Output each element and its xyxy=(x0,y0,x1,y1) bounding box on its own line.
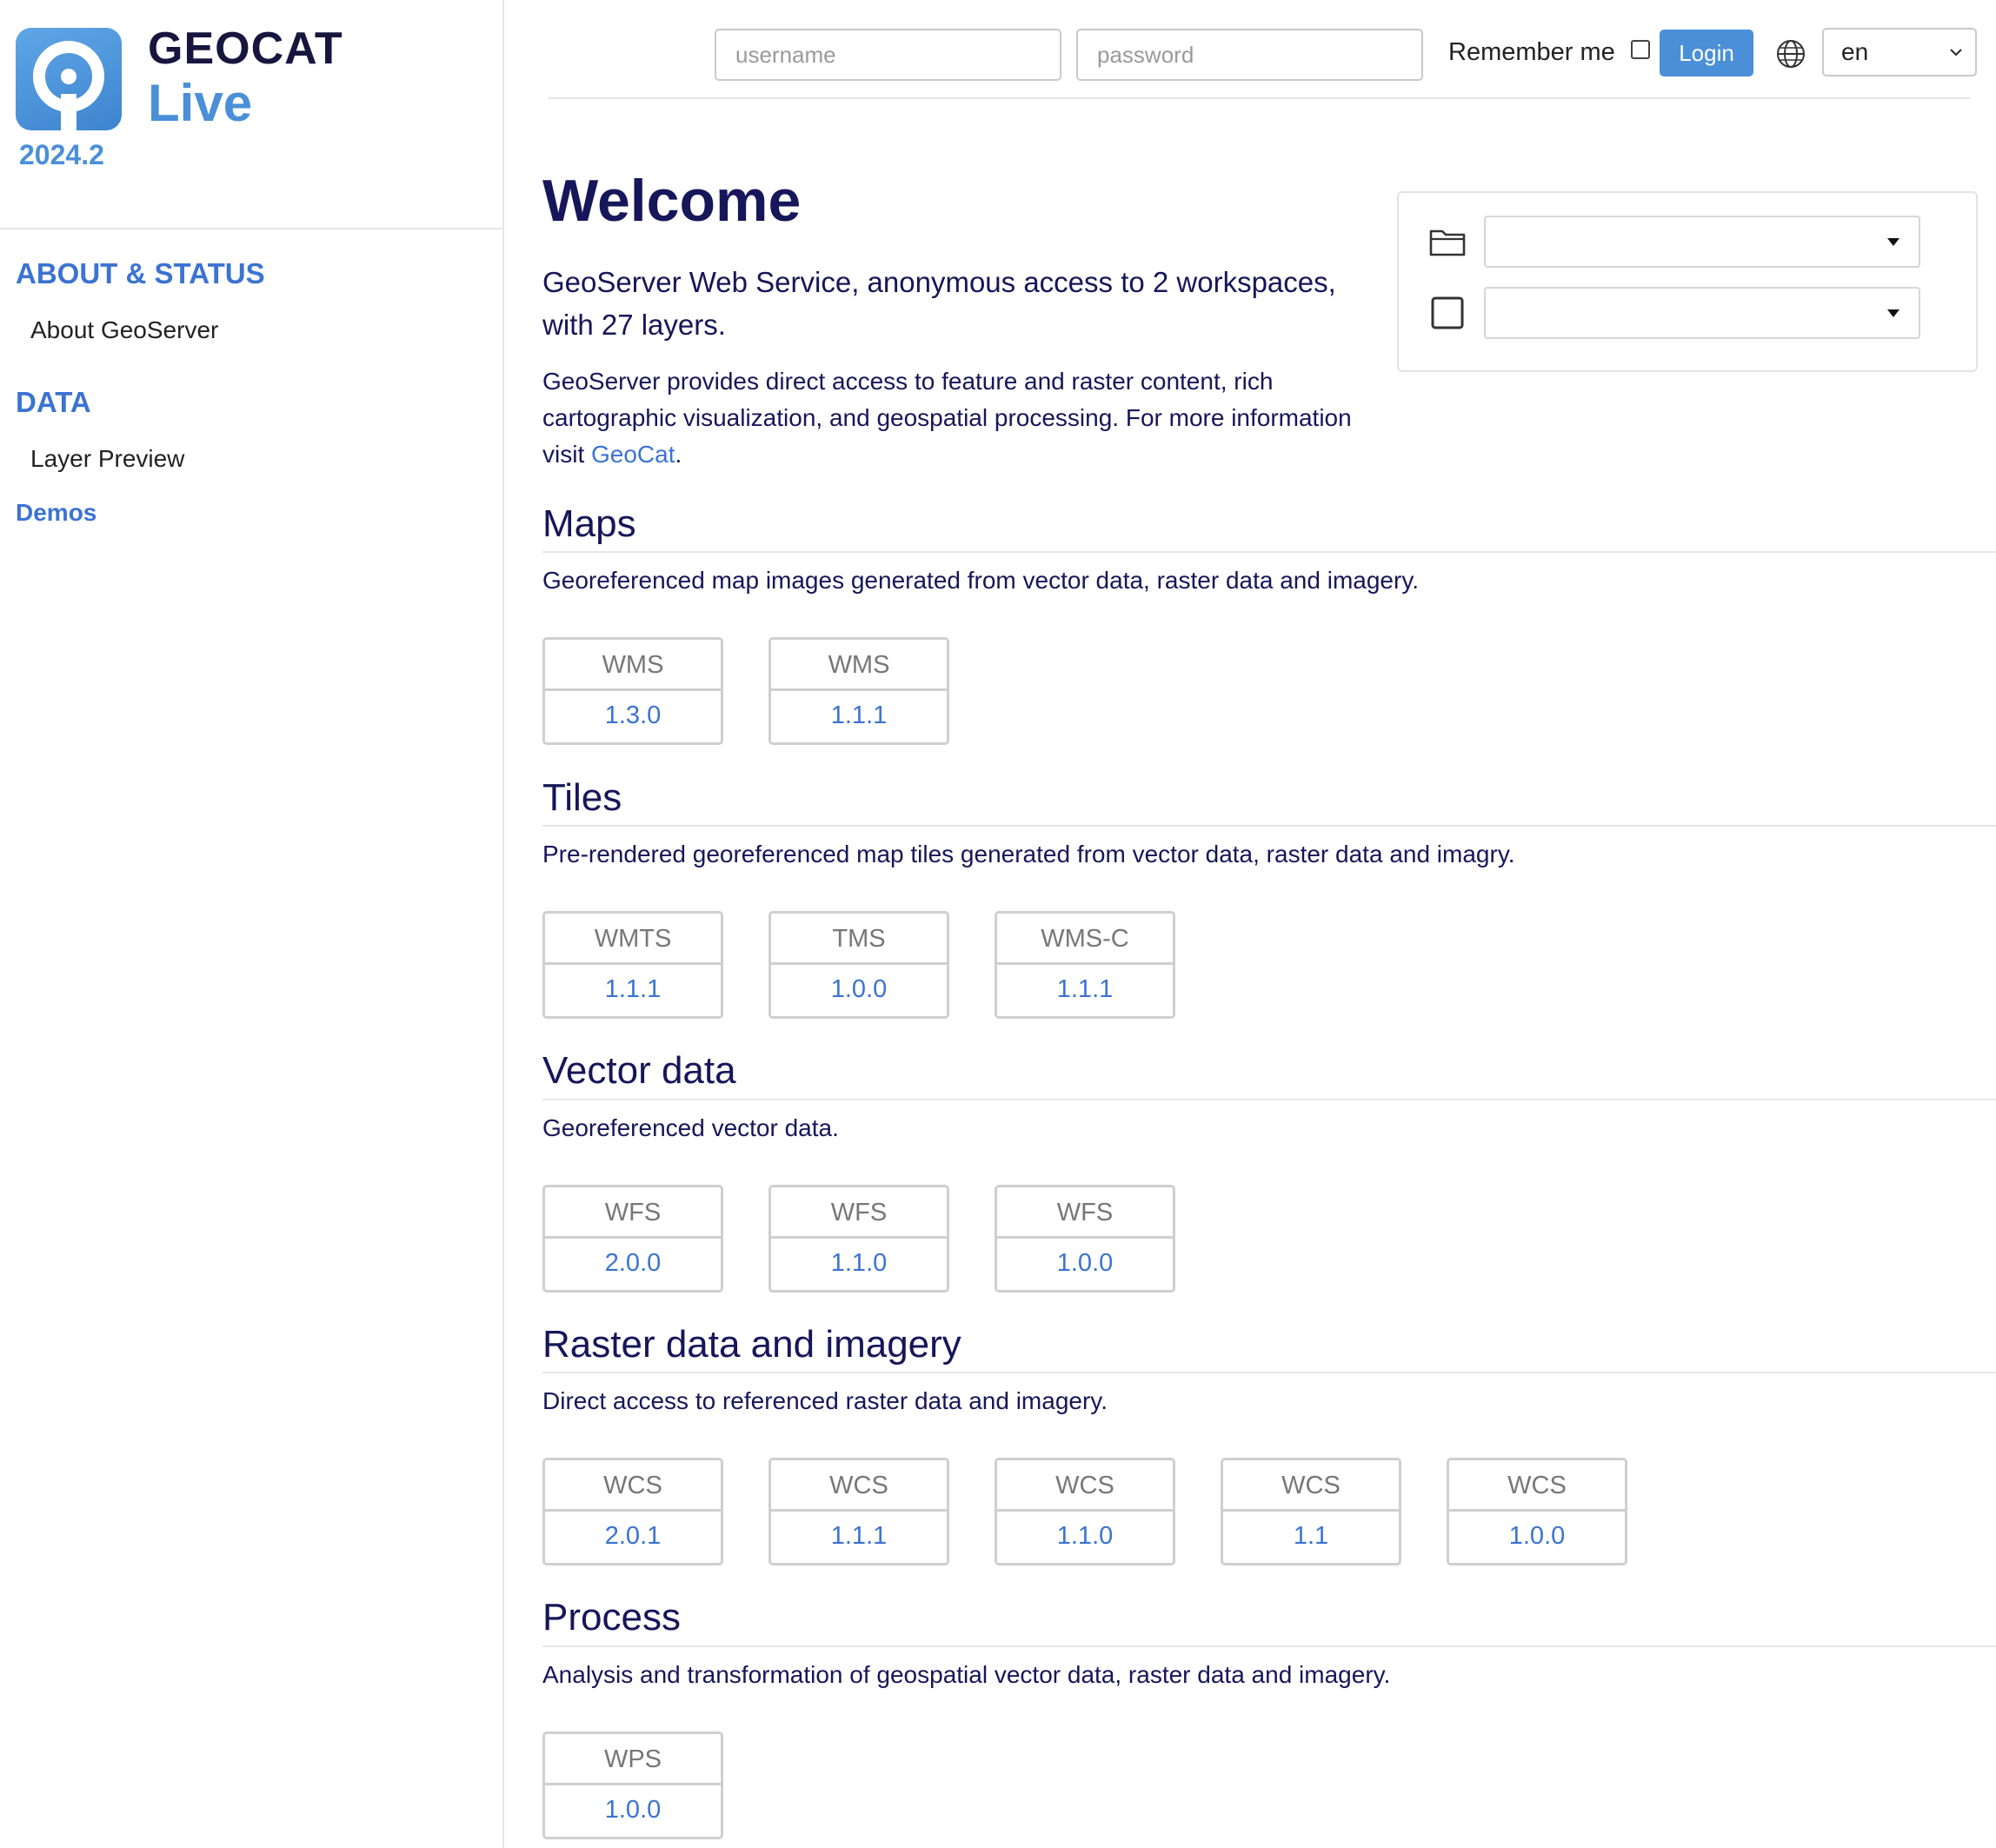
service-name: WFS xyxy=(545,1187,721,1239)
service-version-link[interactable]: 1.0.0 xyxy=(1449,1512,1625,1560)
brand-version: 2024.2 xyxy=(19,139,104,170)
service-wcs-1-1-1[interactable]: WCS 1.1.1 xyxy=(768,1458,949,1565)
section-divider xyxy=(542,1645,1996,1647)
service-wcs-2-0-1[interactable]: WCS 2.0.1 xyxy=(542,1458,723,1565)
service-version-link[interactable]: 2.0.0 xyxy=(545,1239,721,1287)
caret-down-icon xyxy=(1887,309,1900,317)
section-divider xyxy=(542,551,1996,553)
remember-me-label: Remember me xyxy=(1448,38,1615,66)
username-input[interactable]: username xyxy=(715,29,1061,81)
login-button[interactable]: Login xyxy=(1660,30,1753,76)
service-version-link[interactable]: 1.1.1 xyxy=(545,965,721,1014)
nav-heading-about-status: ABOUT & STATUS xyxy=(16,257,265,289)
service-version-link[interactable]: 1.1.0 xyxy=(771,1239,947,1287)
service-wps-1-0-0[interactable]: WPS 1.0.0 xyxy=(542,1732,723,1839)
service-wms-c-1-1-1[interactable]: WMS-C 1.1.1 xyxy=(995,911,1175,1019)
nav-heading-data: DATA xyxy=(16,386,91,418)
service-name: TMS xyxy=(771,914,947,965)
section-divider xyxy=(542,1099,1996,1100)
folder-icon xyxy=(1429,229,1466,256)
service-name: WPS xyxy=(545,1734,721,1785)
welcome-description: GeoServer provides direct access to feat… xyxy=(542,363,1377,473)
section-title-maps: Maps xyxy=(542,502,636,545)
section-title-process: Process xyxy=(542,1596,681,1639)
service-name: WCS xyxy=(1449,1460,1625,1512)
sidebar-divider xyxy=(0,228,502,229)
geocat-logo-icon[interactable] xyxy=(16,28,122,130)
section-title-vector-data: Vector data xyxy=(542,1049,736,1092)
service-wcs-1-0-0[interactable]: WCS 1.0.0 xyxy=(1447,1458,1627,1565)
section-title-tiles: Tiles xyxy=(542,776,622,819)
language-value: en xyxy=(1841,38,1869,65)
service-name: WCS xyxy=(771,1460,947,1512)
section-divider xyxy=(542,825,1996,827)
service-name: WCS xyxy=(545,1460,721,1512)
service-version-link[interactable]: 2.0.1 xyxy=(545,1512,721,1560)
service-tms-1-0-0[interactable]: TMS 1.0.0 xyxy=(768,911,949,1019)
section-description-process: Analysis and transformation of geospatia… xyxy=(542,1661,1391,1688)
service-version-link[interactable]: 1.0.0 xyxy=(545,1785,721,1834)
workspace-select[interactable] xyxy=(1484,216,1920,268)
service-version-link[interactable]: 1.3.0 xyxy=(545,691,721,740)
sidebar-item-layer-preview[interactable]: Layer Preview xyxy=(30,445,184,473)
section-description-tiles: Pre-rendered georeferenced map tiles gen… xyxy=(542,841,1515,867)
service-wms-1-3-0[interactable]: WMS 1.3.0 xyxy=(542,637,723,745)
sidebar-item-demos[interactable]: Demos xyxy=(16,499,96,527)
service-wms-1-1-1[interactable]: WMS 1.1.1 xyxy=(768,637,949,745)
service-version-link[interactable]: 1.1.1 xyxy=(771,1512,947,1560)
service-version-link[interactable]: 1.1.0 xyxy=(997,1512,1173,1560)
welcome-description-end: . xyxy=(675,441,682,468)
service-version-link[interactable]: 1.1.1 xyxy=(997,965,1173,1014)
service-name: WCS xyxy=(997,1460,1173,1512)
service-name: WCS xyxy=(1223,1460,1399,1512)
service-version-link[interactable]: 1.1.1 xyxy=(771,691,947,740)
service-name: WMS-C xyxy=(997,914,1173,965)
service-version-link[interactable]: 1.1 xyxy=(1223,1512,1399,1560)
sidebar: GEOCAT Live 2024.2 ABOUT & STATUS About … xyxy=(0,0,504,1848)
language-select[interactable]: en xyxy=(1822,28,1977,76)
square-layer-icon xyxy=(1431,296,1464,329)
service-wfs-1-1-0[interactable]: WFS 1.1.0 xyxy=(768,1185,949,1293)
caret-down-icon xyxy=(1887,238,1900,246)
sidebar-item-about-geoserver[interactable]: About GeoServer xyxy=(30,316,218,344)
service-wfs-1-0-0[interactable]: WFS 1.0.0 xyxy=(995,1185,1175,1293)
filter-panel xyxy=(1397,191,1978,372)
service-wmts-1-1-1[interactable]: WMTS 1.1.1 xyxy=(542,911,723,1019)
service-wfs-2-0-0[interactable]: WFS 2.0.0 xyxy=(542,1185,723,1293)
brand-name: GEOCAT xyxy=(148,23,343,74)
service-name: WFS xyxy=(771,1187,947,1239)
service-wcs-1-1-0[interactable]: WCS 1.1.0 xyxy=(995,1458,1175,1565)
chevron-down-icon xyxy=(1950,49,1962,57)
service-name: WMS xyxy=(545,640,721,691)
password-input[interactable]: password xyxy=(1076,29,1423,81)
service-wcs-1-1[interactable]: WCS 1.1 xyxy=(1221,1458,1401,1565)
service-name: WMS xyxy=(771,640,947,691)
section-description-vector-data: Georeferenced vector data. xyxy=(542,1114,839,1141)
welcome-lead: GeoServer Web Service, anonymous access … xyxy=(542,266,1336,341)
page-title: Welcome xyxy=(542,168,802,234)
geocat-link[interactable]: GeoCat xyxy=(591,441,675,468)
globe-icon[interactable] xyxy=(1775,38,1806,70)
section-description-maps: Georeferenced map images generated from … xyxy=(542,567,1420,594)
service-version-link[interactable]: 1.0.0 xyxy=(997,1239,1173,1287)
remember-me-checkbox[interactable] xyxy=(1631,40,1650,59)
header-divider xyxy=(548,97,1970,99)
section-title-raster: Raster data and imagery xyxy=(542,1323,961,1366)
section-description-raster: Direct access to referenced raster data … xyxy=(542,1387,1108,1414)
service-name: WMTS xyxy=(545,914,721,965)
service-version-link[interactable]: 1.0.0 xyxy=(771,965,947,1014)
brand-product: Live xyxy=(148,74,253,132)
service-name: WFS xyxy=(997,1187,1173,1239)
layer-select[interactable] xyxy=(1484,287,1920,339)
section-divider xyxy=(542,1372,1996,1373)
